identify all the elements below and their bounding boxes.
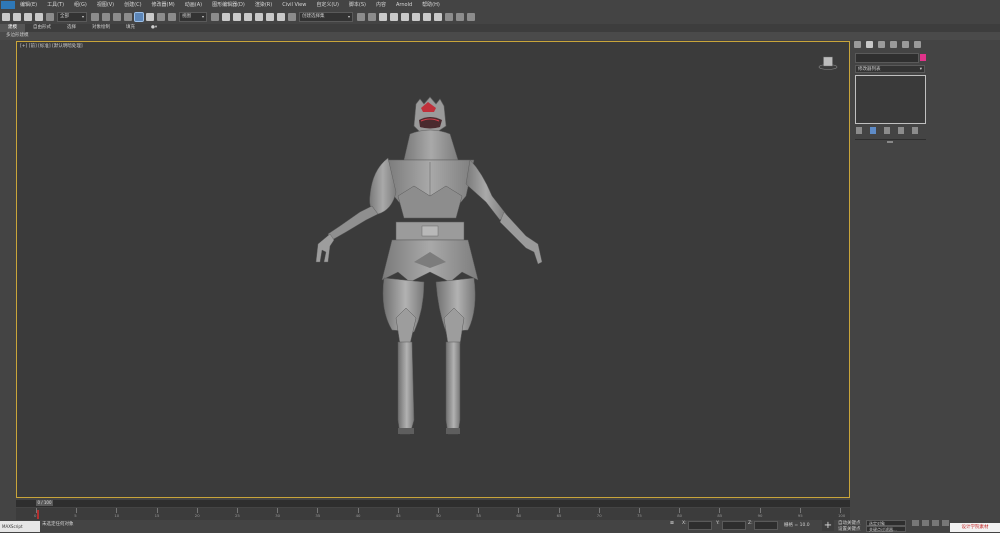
track-tick-label: 35 xyxy=(315,513,321,518)
panel-scroll-handle[interactable] xyxy=(887,141,893,143)
modifier-list-dropdown[interactable]: 修改器列表 ▾ xyxy=(855,65,925,73)
set-key-button[interactable]: 设置关键点 xyxy=(838,526,861,532)
lock-selection-icon[interactable]: ⊠ xyxy=(670,521,674,526)
track-tick-label: 95 xyxy=(797,513,803,518)
track-tick-label: 85 xyxy=(717,513,723,518)
y-coord-field[interactable] xyxy=(722,521,746,530)
object-color-swatch[interactable] xyxy=(920,54,926,61)
track-tick-label: 75 xyxy=(637,513,642,518)
key-filters-button[interactable]: 关键点过滤器... xyxy=(866,526,906,532)
track-tick-label: 40 xyxy=(355,513,361,518)
add-time-tag-icon[interactable]: + xyxy=(822,520,834,531)
modify-tab-icon[interactable] xyxy=(866,41,873,48)
next-frame-icon[interactable] xyxy=(942,520,949,526)
pin-stack-icon[interactable] xyxy=(856,127,862,134)
configure-modifier-sets-icon[interactable] xyxy=(912,127,918,134)
watermark-logo: 设计学院素材 xyxy=(950,523,1000,532)
panel-divider xyxy=(855,139,926,140)
play-icon[interactable] xyxy=(932,520,939,526)
track-tick-label: 20 xyxy=(194,513,200,518)
command-panel-tabs xyxy=(854,41,926,48)
current-frame-marker xyxy=(37,510,39,519)
maxscript-listener[interactable]: MAXScript xyxy=(0,521,40,532)
z-label: Z: xyxy=(748,521,753,526)
character-model[interactable] xyxy=(0,0,1000,532)
create-tab-icon[interactable] xyxy=(854,41,861,48)
track-tick-label: 70 xyxy=(596,513,602,518)
track-tick-label: 10 xyxy=(114,513,120,518)
time-slider-thumb[interactable]: 0 / 100 xyxy=(36,500,53,506)
track-tick-label: 5 xyxy=(74,513,77,518)
track-bar[interactable]: 0 5 10 15 20 25 30 35 40 45 50 55 60 65 70 75 80 85 90 95 10… xyxy=(16,508,850,520)
track-tick-label: 60 xyxy=(516,513,522,518)
track-tick-label: 90 xyxy=(757,513,763,518)
display-tab-icon[interactable] xyxy=(902,41,909,48)
y-label: Y: xyxy=(716,521,720,526)
go-to-start-icon[interactable] xyxy=(912,520,919,526)
motion-tab-icon[interactable] xyxy=(890,41,897,48)
show-end-result-icon[interactable] xyxy=(870,127,876,134)
track-tick-label: 25 xyxy=(235,513,240,518)
hierarchy-tab-icon[interactable] xyxy=(878,41,885,48)
time-slider[interactable] xyxy=(16,500,850,507)
track-tick-label: 45 xyxy=(395,513,401,518)
track-tick-label: 100 xyxy=(838,513,846,518)
x-coord-field[interactable] xyxy=(688,521,712,530)
previous-frame-icon[interactable] xyxy=(922,520,929,526)
object-name-field[interactable] xyxy=(855,53,919,63)
make-unique-icon[interactable] xyxy=(884,127,890,134)
track-tick-label: 65 xyxy=(556,513,562,518)
track-tick-label: 30 xyxy=(275,513,281,518)
x-label: X: xyxy=(682,521,687,526)
remove-modifier-icon[interactable] xyxy=(898,127,904,134)
track-tick-label: 15 xyxy=(154,513,160,518)
utilities-tab-icon[interactable] xyxy=(914,41,921,48)
track-tick-label: 50 xyxy=(436,513,441,518)
grid-size: 栅格 = 10.0 xyxy=(784,523,810,528)
status-message: 未选定任何对象 xyxy=(42,522,74,527)
track-tick-label: 80 xyxy=(677,513,683,518)
stack-buttons xyxy=(856,127,926,134)
track-tick-label: 55 xyxy=(476,513,482,518)
modifier-stack[interactable] xyxy=(855,75,926,124)
z-coord-field[interactable] xyxy=(754,521,778,530)
